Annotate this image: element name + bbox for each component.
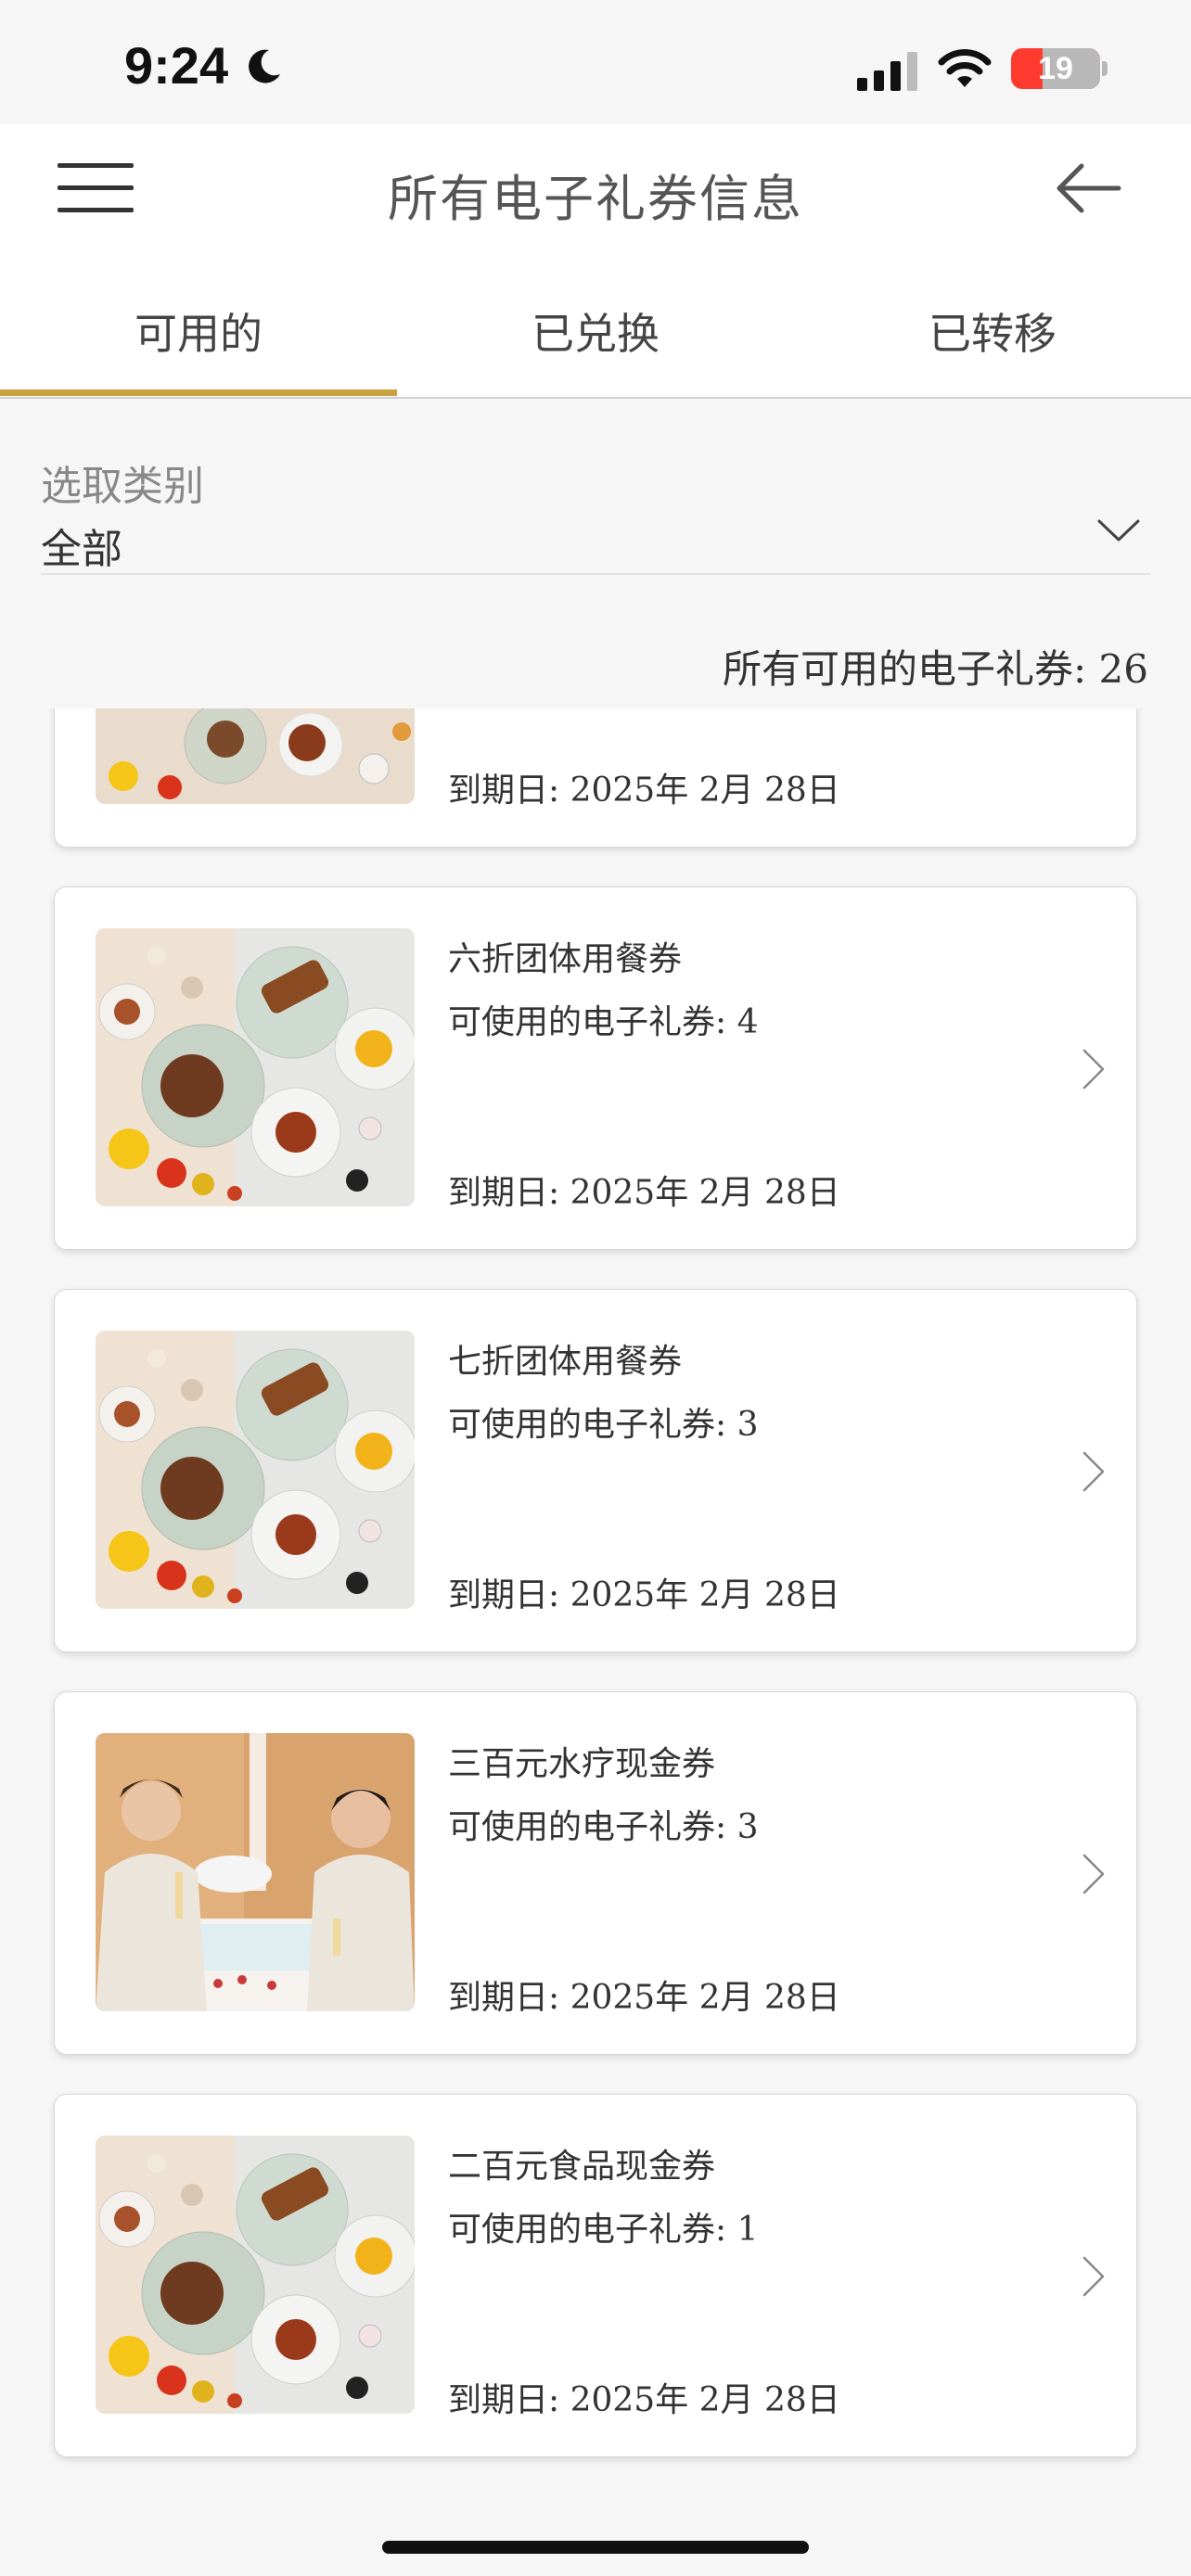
voucher-card[interactable]: 二百元食品现金券 可使用的电子礼券: 1 到期日: 2025年 2月 28日 [54, 2094, 1137, 2457]
status-time: 9:24 [124, 36, 229, 95]
status-bar: 9:24 19 [0, 0, 1191, 124]
voucher-expiry: 到期日: 2025年 2月 28日 [448, 1576, 840, 1614]
voucher-count: 所有可用的电子礼券: 26 [723, 646, 1148, 692]
app-header: 所有电子礼券信息 [0, 124, 1191, 253]
voucher-card[interactable]: 到期日: 2025年 2月 28日 [54, 708, 1137, 848]
chevron-right-icon[interactable] [1081, 1047, 1107, 1091]
voucher-available-count: 可使用的电子礼券: 1 [448, 2211, 759, 2249]
wifi-icon [938, 49, 992, 87]
tab-redeemed[interactable]: 已兑换 [397, 300, 794, 362]
page-title: 所有电子礼券信息 [388, 170, 803, 228]
voucher-card[interactable]: 七折团体用餐券 可使用的电子礼券: 3 到期日: 2025年 2月 28日 [54, 1289, 1137, 1652]
voucher-list[interactable]: 到期日: 2025年 2月 28日 六折团体用餐券 可使用的电子礼券: 4 到期… [0, 708, 1191, 2489]
voucher-available-count: 可使用的电子礼券: 3 [448, 1406, 759, 1444]
chevron-right-icon[interactable] [1081, 2254, 1107, 2299]
battery-charging-icon: 19 [1011, 48, 1100, 89]
voucher-card[interactable]: 六折团体用餐券 可使用的电子礼券: 4 到期日: 2025年 2月 28日 [54, 886, 1137, 1250]
dining-image [96, 2136, 415, 2414]
moon-icon [249, 49, 280, 83]
voucher-expiry: 到期日: 2025年 2月 28日 [448, 1979, 840, 2017]
voucher-expiry: 到期日: 2025年 2月 28日 [448, 1174, 840, 1212]
active-tab-indicator [0, 389, 397, 396]
tab-available[interactable]: 可用的 [0, 300, 397, 362]
voucher-expiry: 到期日: 2025年 2月 28日 [448, 772, 840, 810]
chevron-right-icon[interactable] [1081, 1852, 1107, 1896]
voucher-available-count: 可使用的电子礼券: 4 [448, 1003, 759, 1041]
dining-image [96, 1331, 415, 1609]
home-indicator[interactable] [382, 2541, 809, 2554]
voucher-expiry: 到期日: 2025年 2月 28日 [448, 2381, 840, 2419]
voucher-name: 六折团体用餐券 [448, 940, 683, 978]
back-arrow-icon[interactable] [1054, 159, 1122, 217]
dining-image [96, 928, 415, 1206]
voucher-name: 三百元水疗现金券 [448, 1745, 716, 1783]
spa-image [96, 1733, 415, 2011]
signal-icon [857, 52, 917, 91]
voucher-name: 七折团体用餐券 [448, 1343, 683, 1381]
category-select[interactable]: 全部 [41, 516, 122, 575]
voucher-card[interactable]: 三百元水疗现金券 可使用的电子礼券: 3 到期日: 2025年 2月 28日 [54, 1691, 1137, 2055]
tab-transferred[interactable]: 已转移 [794, 300, 1191, 362]
dining-image [96, 708, 415, 804]
battery-level: 19 [1038, 51, 1073, 86]
chevron-down-icon[interactable] [1096, 514, 1141, 547]
voucher-name: 二百元食品现金券 [448, 2148, 716, 2186]
category-filter-label: 选取类别 [41, 463, 204, 510]
chevron-right-icon[interactable] [1081, 1449, 1107, 1494]
tab-bar: 可用的 已兑换 已转移 [0, 252, 1191, 399]
voucher-available-count: 可使用的电子礼券: 3 [448, 1808, 759, 1846]
battery-cap [1102, 61, 1108, 76]
filter-divider [41, 573, 1150, 575]
